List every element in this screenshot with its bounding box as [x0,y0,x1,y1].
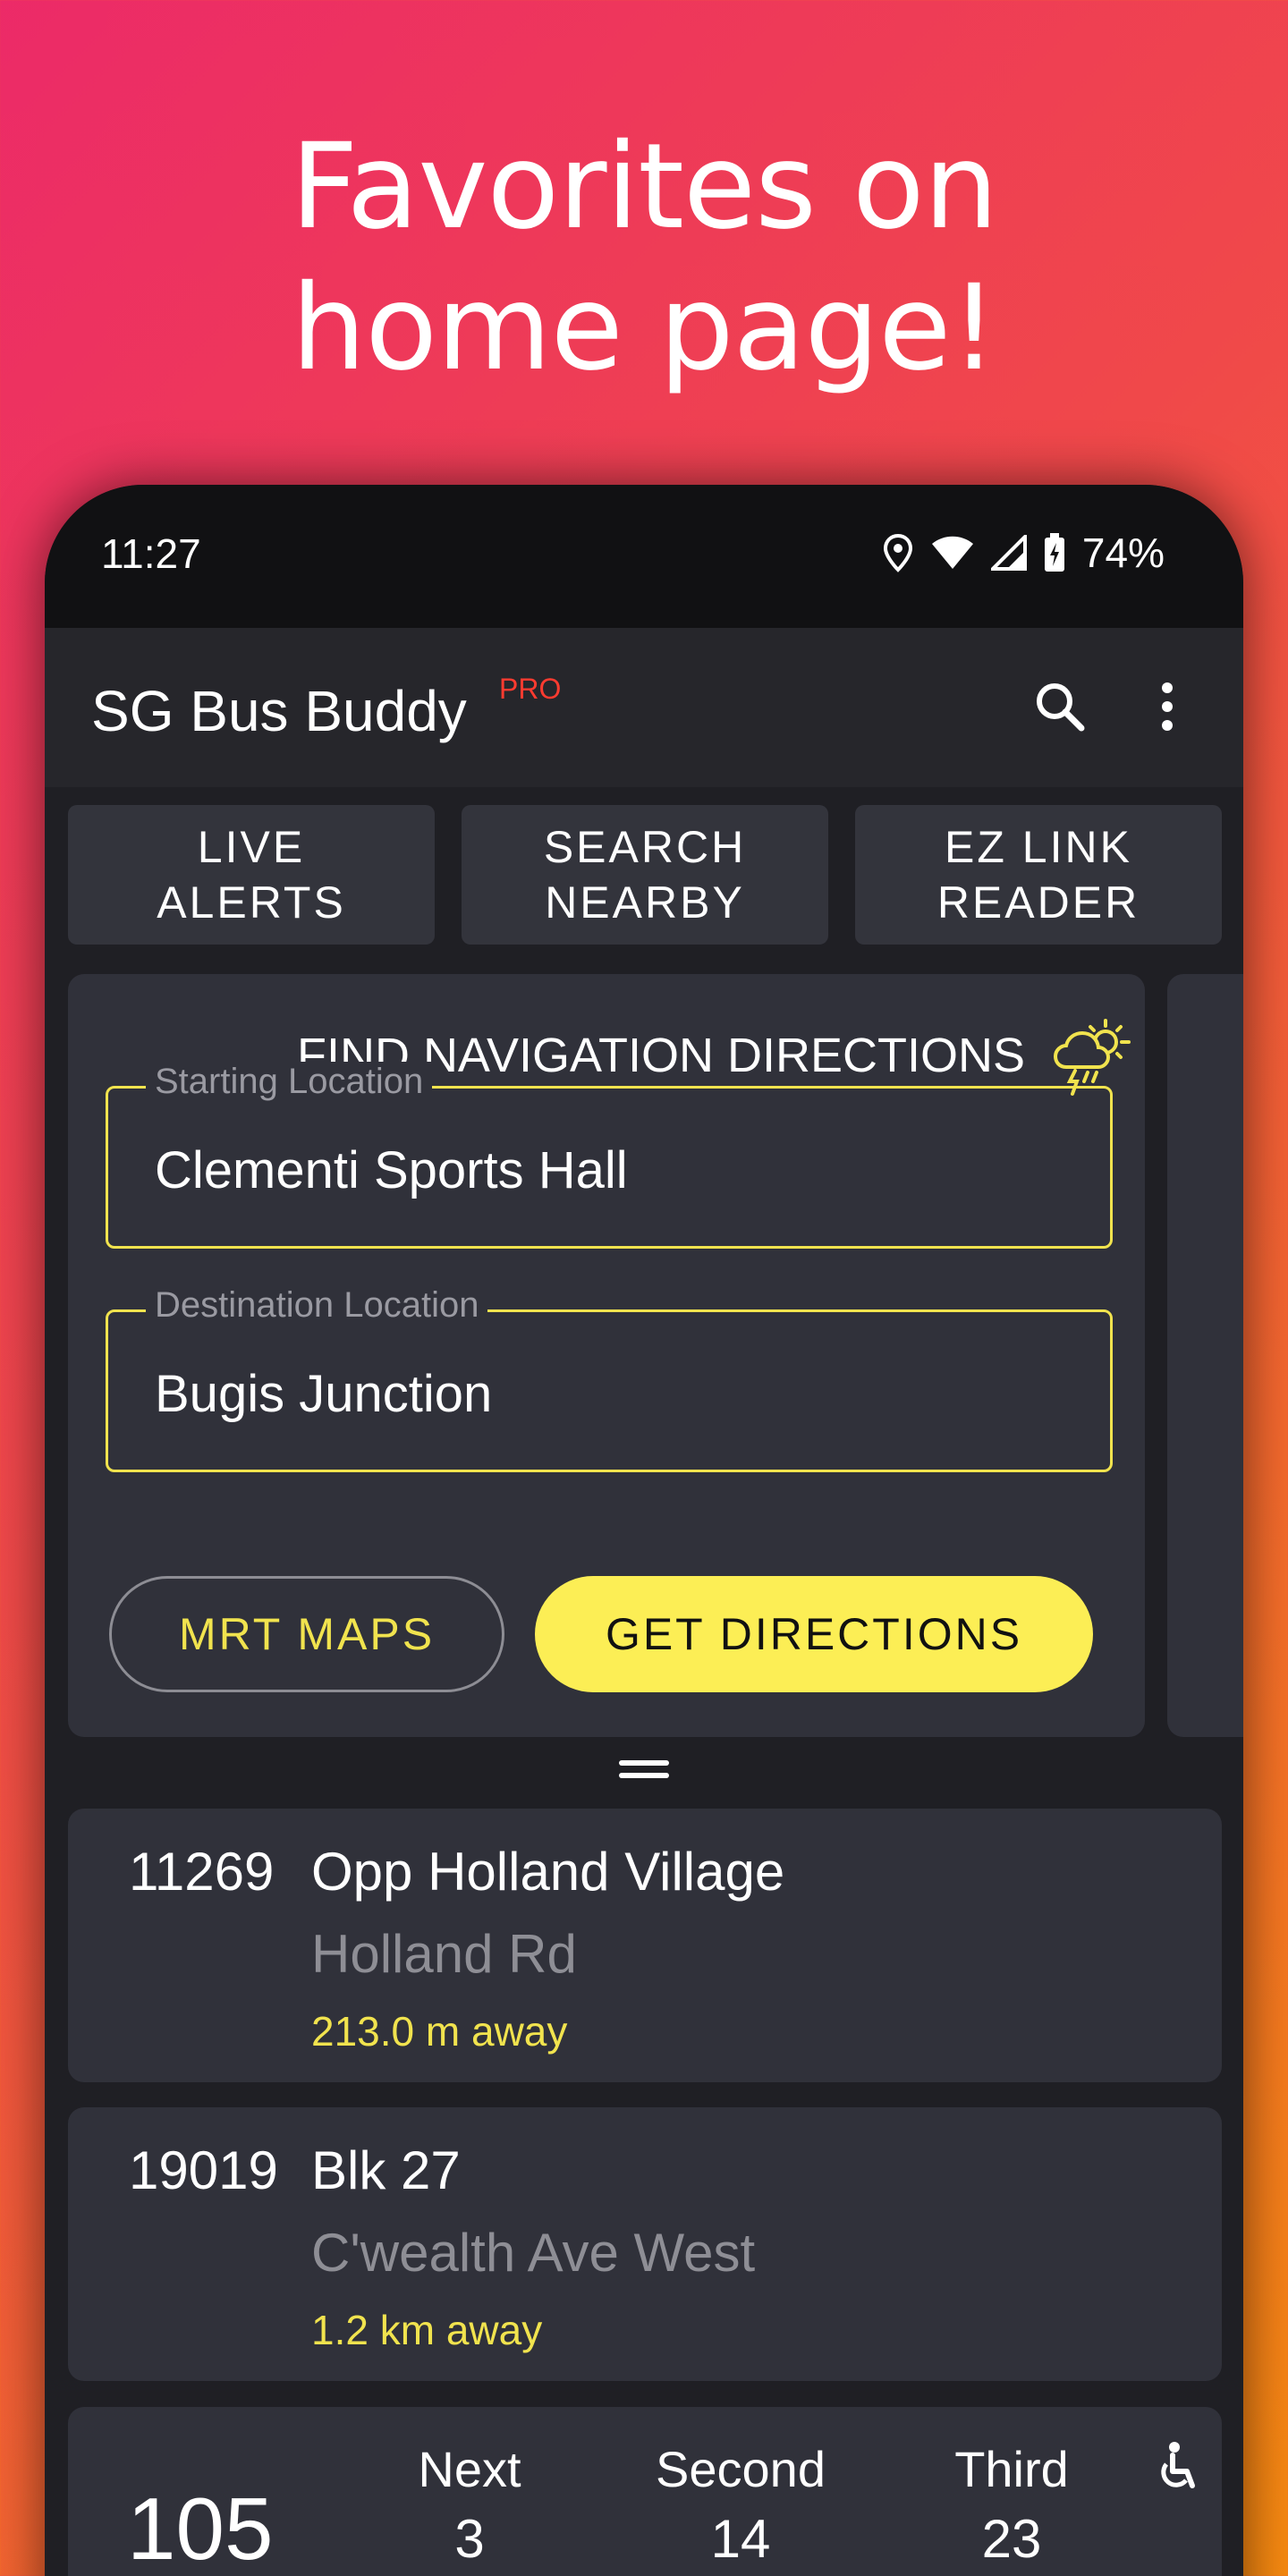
destination-location-value[interactable]: Bugis Junction [155,1364,492,1424]
ez-link-reader-button[interactable]: EZ LINK READER [855,805,1222,945]
phone-screen: 11:27 74% SG Bus Buddy PRO LIVE ALERTS S… [45,485,1243,2576]
search-icon [1037,683,1085,732]
favorite-stop-card[interactable]: 19019 Blk 27 C'wealth Ave West 1.2 km aw… [68,2107,1222,2381]
stop-distance: 213.0 m away [311,2008,568,2055]
battery-charging-icon [1043,532,1066,573]
arrival-label: Second [656,2441,826,2497]
starting-location-label: Starting Location [146,1062,433,1102]
ez-link-reader-label: EZ LINK READER [936,822,1140,928]
drag-handle[interactable] [619,1760,669,1782]
search-button[interactable] [1024,671,1096,742]
arrival-minutes: 14 [710,2509,771,2569]
stop-code: 11269 [129,1842,275,1902]
live-alerts-label: LIVE ALERTS [157,822,346,928]
pro-badge: PRO [499,673,562,705]
more-vert-icon [1162,682,1173,731]
app-bar: SG Bus Buddy PRO [45,628,1243,787]
arrival-minutes: 3 [454,2509,485,2569]
bus-number: 105 [127,2479,274,2576]
stop-distance: 1.2 km away [311,2307,543,2353]
wifi-icon [930,535,975,571]
stop-road: Holland Rd [311,1924,577,1984]
arrival-minutes: 23 [981,2509,1042,2569]
favorite-stop-card[interactable]: 11269 Opp Holland Village Holland Rd 213… [68,1809,1222,2082]
starting-location-field[interactable]: Starting Location Clementi Sports Hall [106,1062,1113,1249]
navigation-card: FIND NAVIGATION DIRECTIONS Starting Loca… [68,974,1145,1737]
quick-actions: LIVE ALERTS SEARCH NEARBY EZ LINK READER [68,805,1222,945]
location-icon [882,533,914,572]
search-nearby-label: SEARCH NEARBY [543,822,747,928]
wheelchair-icon [1155,2441,1198,2498]
destination-location-label: Destination Location [146,1285,488,1326]
arrival-next: Next 3 [367,2437,572,2576]
starting-location-value[interactable]: Clementi Sports Hall [155,1140,628,1200]
search-nearby-button[interactable]: SEARCH NEARBY [462,805,828,945]
live-alerts-button[interactable]: LIVE ALERTS [68,805,435,945]
stop-road: C'wealth Ave West [311,2223,756,2283]
next-card-peek[interactable] [1167,974,1243,1737]
promo-headline-line2: home page! [291,259,998,397]
status-bar: 11:27 74% [45,485,1243,628]
arrival-third: Third 23 [909,2437,1114,2576]
get-directions-button[interactable]: GET DIRECTIONS [535,1576,1093,1692]
promo-headline-line1: Favorites on [290,118,999,256]
stop-name: Blk 27 [311,2140,461,2200]
promo-headline: Favorites on home page! [0,116,1288,399]
stop-code: 19019 [129,2140,278,2200]
stop-name: Opp Holland Village [311,1842,785,1902]
status-time: 11:27 [101,530,201,577]
arrival-second: Second 14 [638,2437,843,2576]
arrival-label: Next [418,2441,521,2497]
bus-service-card[interactable]: 105 Next 3 Second 14 Third 23 [68,2407,1222,2576]
signal-icon [990,535,1027,571]
destination-location-field[interactable]: Destination Location Bugis Junction [106,1285,1113,1472]
overflow-menu-button[interactable] [1140,671,1194,742]
battery-percentage: 74% [1081,530,1165,576]
status-icons: 74% [882,528,1165,578]
arrival-label: Third [954,2441,1069,2497]
mrt-maps-button[interactable]: MRT MAPS [109,1576,504,1692]
app-title: SG Bus Buddy [91,679,467,743]
